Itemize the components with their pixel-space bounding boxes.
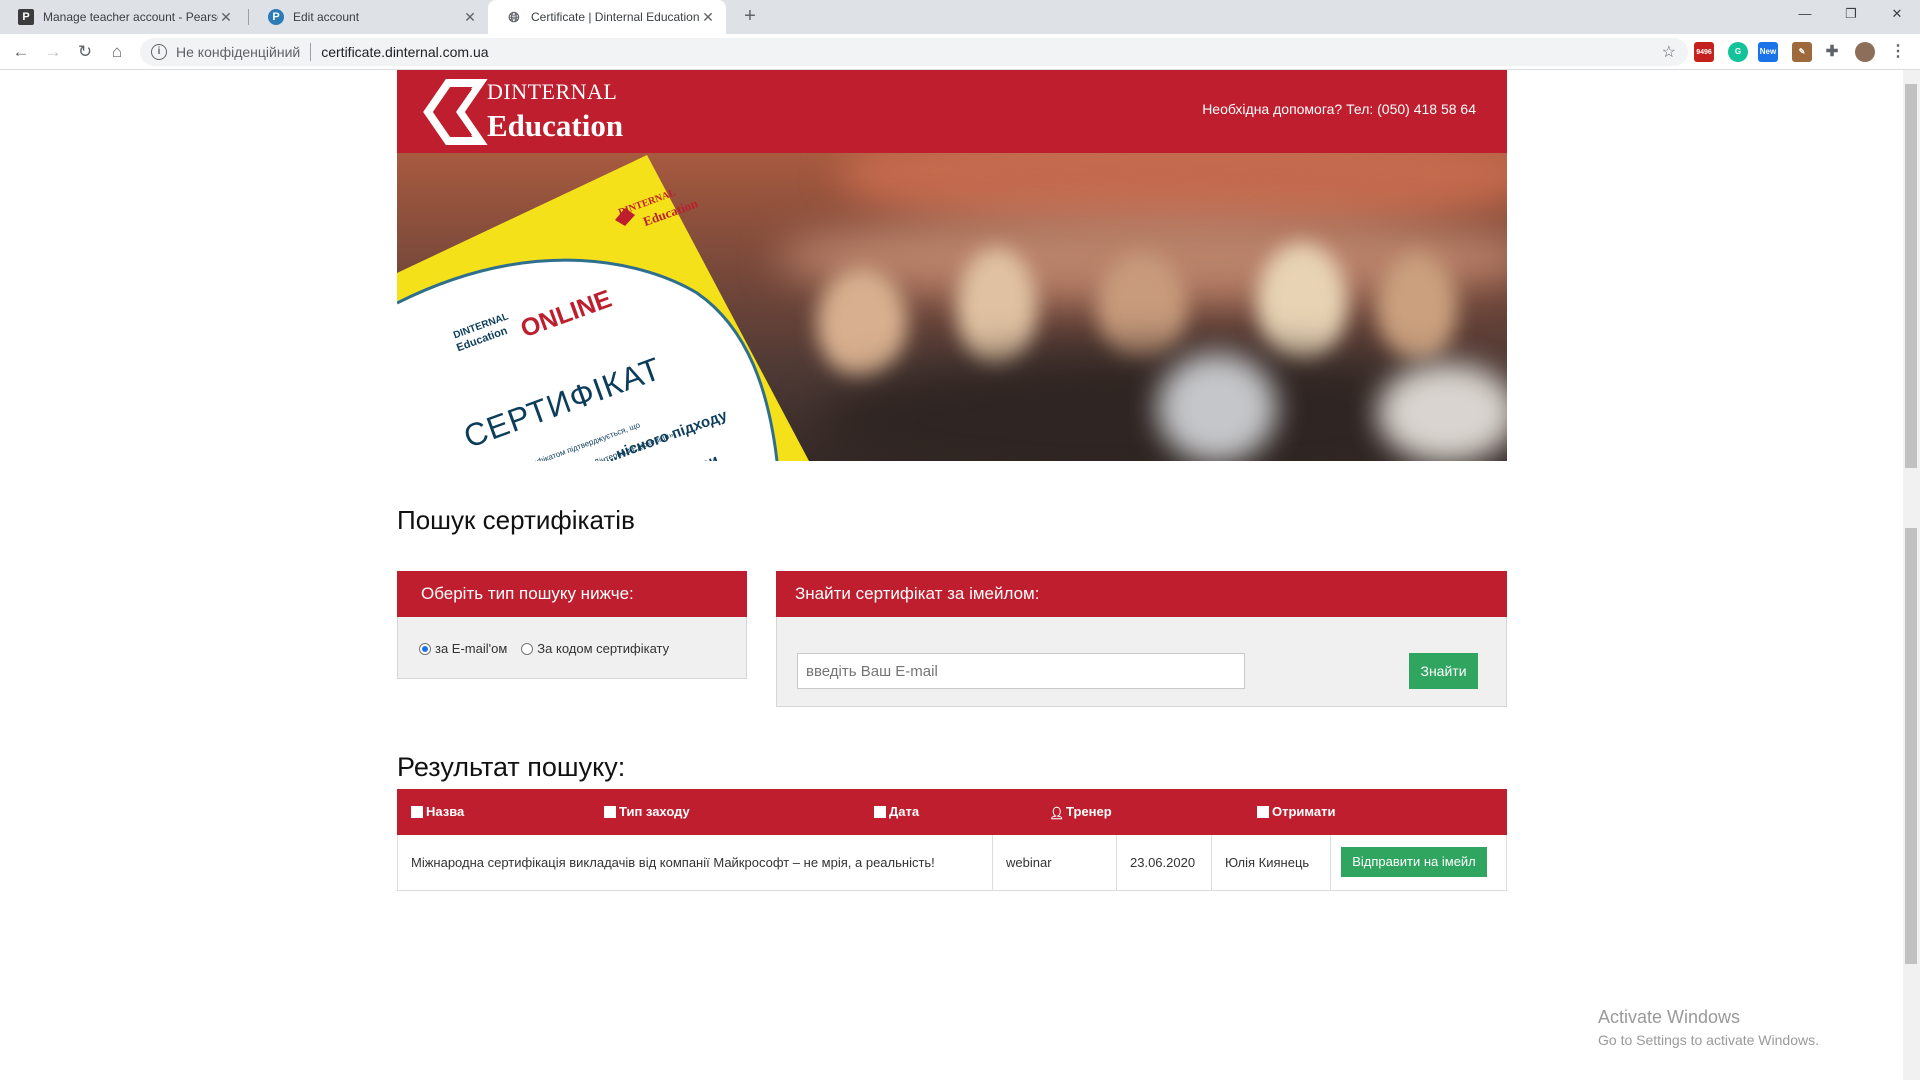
globe-icon: 🌐︎ bbox=[508, 8, 520, 25]
site-header: DINTERNAL Education Необхідна допомога? … bbox=[397, 70, 1507, 153]
restore-icon[interactable]: ❐ bbox=[1828, 0, 1874, 30]
square-icon bbox=[1257, 805, 1269, 818]
windows-activation-title: Activate Windows bbox=[1598, 1007, 1741, 1027]
new-extension-icon[interactable]: New bbox=[1758, 42, 1778, 62]
home-icon[interactable]: ⌂ bbox=[106, 41, 128, 63]
gmail-badge: 9496 bbox=[1696, 49, 1712, 56]
scrollbar-thumb-upper[interactable] bbox=[1905, 84, 1917, 468]
file-icon bbox=[411, 805, 423, 818]
email-search-panel-header: Знайти сертифікат за імейлом: bbox=[776, 571, 1507, 617]
info-icon[interactable]: i bbox=[151, 44, 167, 60]
grammarly-extension-icon[interactable]: G bbox=[1728, 42, 1748, 62]
brand-name: DINTERNAL bbox=[487, 79, 618, 104]
close-tab-icon[interactable]: ✕ bbox=[700, 9, 716, 26]
search-type-options: за E-mail'ом За кодом сертифікату bbox=[419, 641, 669, 656]
tab-strip: P Manage teacher account - Pearso ✕ P Ed… bbox=[0, 0, 1920, 34]
tab-title: Manage teacher account - Pearso bbox=[43, 10, 218, 24]
search-type-panel-header: Оберіть тип пошуку нижче: bbox=[397, 571, 747, 617]
gmail-extension-icon[interactable]: 9496 bbox=[1694, 42, 1714, 62]
browser-toolbar: ← → ↻ ⌂ i Не конфіденційний certificate.… bbox=[0, 34, 1920, 70]
profile-avatar[interactable] bbox=[1855, 42, 1875, 62]
cell-type: webinar bbox=[993, 835, 1117, 890]
find-button[interactable]: Знайти bbox=[1409, 653, 1478, 689]
security-label: Не конфіденційний bbox=[176, 44, 301, 60]
column-label: Дата bbox=[889, 804, 920, 819]
help-phone-text: Необхідна допомога? Тел: (050) 418 58 64 bbox=[1202, 101, 1476, 117]
radio-code-label[interactable]: За кодом сертифікату bbox=[537, 641, 669, 656]
bookmark-star-icon[interactable]: ☆ bbox=[1662, 42, 1676, 62]
tab-manage-teacher[interactable]: P Manage teacher account - Pearso ✕ bbox=[0, 0, 244, 34]
omnibox-divider bbox=[310, 43, 312, 61]
tab-edit-account[interactable]: P Edit account ✕ bbox=[250, 0, 488, 34]
browser-menu-icon[interactable]: ⋮ bbox=[1888, 42, 1908, 62]
column-trainer: 👤︎ Тренер bbox=[1049, 804, 1112, 820]
column-date: Дата bbox=[874, 804, 919, 819]
brand-subtitle: Education bbox=[487, 108, 624, 143]
new-tab-icon[interactable]: + bbox=[738, 5, 762, 29]
tab-title: Edit account bbox=[293, 10, 360, 24]
cell-trainer: Юлія Киянець bbox=[1212, 835, 1331, 890]
calendar-icon bbox=[874, 805, 886, 818]
search-type-panel: за E-mail'ом За кодом сертифікату bbox=[397, 617, 747, 679]
tab-divider bbox=[248, 9, 249, 25]
column-name: Назва bbox=[411, 804, 464, 819]
search-page-title: Пошук сертифікатів bbox=[397, 505, 635, 535]
results-title: Результат пошуку: bbox=[397, 752, 626, 782]
hero-banner: DINTERNAL Education DINTERNAL Education … bbox=[397, 153, 1507, 461]
cell-name: Міжнародна сертифікація викладачів від к… bbox=[398, 835, 993, 890]
close-tab-icon[interactable]: ✕ bbox=[218, 9, 234, 26]
scrollbar-thumb-lower[interactable] bbox=[1905, 528, 1917, 964]
radio-code[interactable] bbox=[521, 642, 534, 655]
column-get: Отримати bbox=[1257, 804, 1335, 819]
page-container: DINTERNAL Education Необхідна допомога? … bbox=[397, 70, 1507, 891]
address-bar[interactable]: i Не конфіденційний certificate.dinterna… bbox=[140, 38, 1688, 66]
extensions-puzzle-icon[interactable]: ✚ bbox=[1822, 42, 1842, 62]
close-window-icon[interactable]: ✕ bbox=[1874, 0, 1920, 30]
tab-certificate[interactable]: 🌐︎ Certificate | Dinternal Education ✕ bbox=[488, 0, 726, 34]
reload-icon[interactable]: ↻ bbox=[74, 41, 96, 63]
tab-title: Certificate | Dinternal Education bbox=[531, 10, 700, 24]
email-input[interactable] bbox=[797, 653, 1245, 689]
minimize-icon[interactable]: — bbox=[1782, 0, 1828, 30]
email-search-panel: Знайти bbox=[776, 617, 1507, 707]
web-page: DINTERNAL Education Необхідна допомога? … bbox=[0, 70, 1920, 1080]
column-label: Назва bbox=[426, 804, 465, 819]
pearson-favicon-icon: P bbox=[268, 9, 284, 25]
user-icon: 👤︎ bbox=[1049, 805, 1065, 820]
new-badge: New bbox=[1759, 47, 1777, 56]
back-icon[interactable]: ← bbox=[10, 41, 32, 63]
column-type: Тип заходу bbox=[604, 804, 690, 819]
pearson-favicon-icon: P bbox=[18, 9, 34, 25]
eyedropper-extension-icon[interactable]: ✎ bbox=[1792, 42, 1812, 62]
radio-email-label[interactable]: за E-mail'ом bbox=[435, 641, 507, 656]
cell-date: 23.06.2020 bbox=[1117, 835, 1212, 890]
square-icon bbox=[604, 805, 616, 818]
windows-activation-hint: Go to Settings to activate Windows. bbox=[1598, 1032, 1819, 1048]
column-label: Отримати bbox=[1272, 804, 1336, 819]
radio-email[interactable] bbox=[419, 642, 431, 655]
page-scrollbar[interactable] bbox=[1903, 70, 1920, 1080]
column-label: Тренер bbox=[1066, 804, 1112, 819]
close-tab-icon[interactable]: ✕ bbox=[462, 9, 478, 26]
send-to-email-button[interactable]: Відправити на імейл bbox=[1341, 847, 1487, 877]
url-text[interactable]: certificate.dinternal.com.ua bbox=[321, 44, 488, 60]
table-row: Міжнародна сертифікація викладачів від к… bbox=[397, 835, 1507, 891]
column-label: Тип заходу bbox=[619, 804, 690, 819]
results-table-header: Назва Тип заходу Дата 👤︎ Тренер Отримати bbox=[397, 789, 1507, 835]
forward-icon[interactable]: → bbox=[42, 41, 64, 63]
